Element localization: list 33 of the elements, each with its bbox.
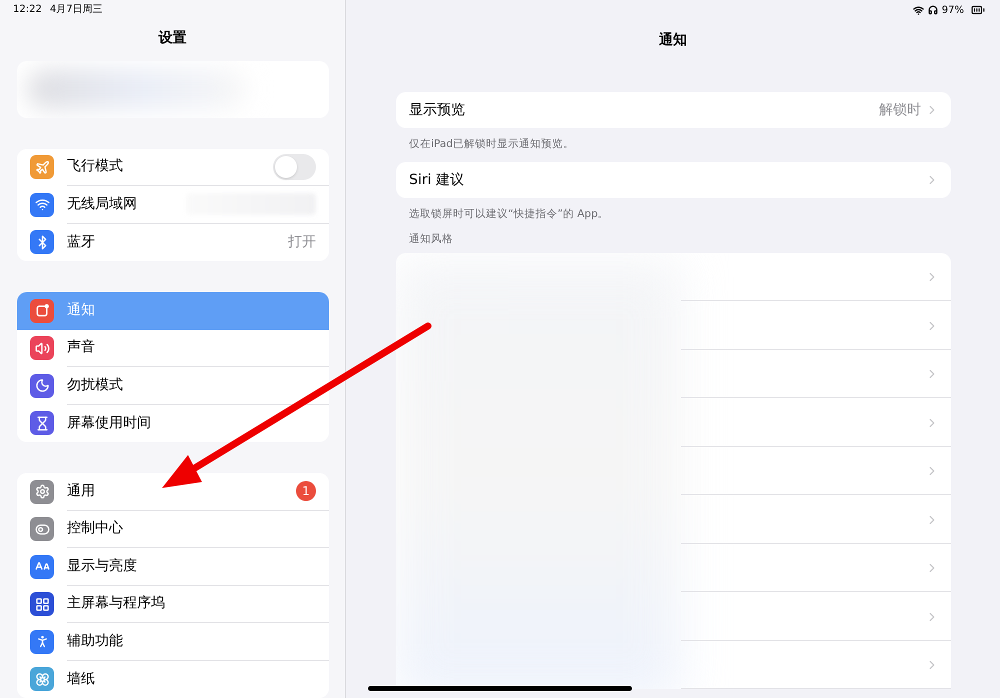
section-header: 通知风格	[408, 232, 454, 247]
toggle-switch[interactable]	[273, 154, 316, 180]
row-value: 解锁时	[879, 100, 921, 120]
row-label: 屏幕使用时间	[67, 414, 152, 433]
row-label: 主屏幕与程序坞	[67, 594, 166, 614]
row-label: 飞行模式	[67, 157, 124, 176]
status-date: 4月7日周三	[50, 3, 103, 18]
row-label: 声音	[67, 338, 96, 358]
row-label: 通知	[67, 301, 96, 320]
headphones-icon	[928, 5, 938, 15]
settings-row[interactable]: Siri 建议	[396, 162, 951, 198]
wifi-icon	[912, 4, 924, 16]
status-time: 12:22	[13, 3, 42, 18]
row-label: 控制中心	[67, 519, 124, 538]
row-label: 显示与亮度	[67, 556, 138, 576]
badge: 1	[296, 481, 316, 502]
row-label: Siri 建议	[409, 170, 465, 190]
row-label: 蓝牙	[67, 232, 96, 252]
settings-row[interactable]: 声音	[17, 330, 329, 367]
row-label: 勿扰模式	[67, 376, 124, 395]
row-label: 通用	[67, 482, 96, 501]
row-label: 墙纸	[67, 670, 96, 689]
battery-percent: 97%	[942, 4, 964, 18]
footer-note: 仅在iPad已解锁时显示通知预览。	[408, 137, 575, 152]
sidebar-title: 设置	[158, 28, 186, 48]
row-label: 显示预览	[409, 100, 466, 120]
detail-title: 通知	[659, 30, 687, 50]
row-label: 辅助功能	[67, 632, 124, 651]
row-label: 无线局域网	[67, 194, 138, 214]
footer-note: 选取锁屏时可以建议“快捷指令”的 App。	[408, 207, 610, 222]
row-value: 打开	[288, 232, 316, 252]
settings-row[interactable]: 显示预览 解锁时	[396, 92, 951, 128]
profile-card[interactable]	[17, 60, 329, 118]
